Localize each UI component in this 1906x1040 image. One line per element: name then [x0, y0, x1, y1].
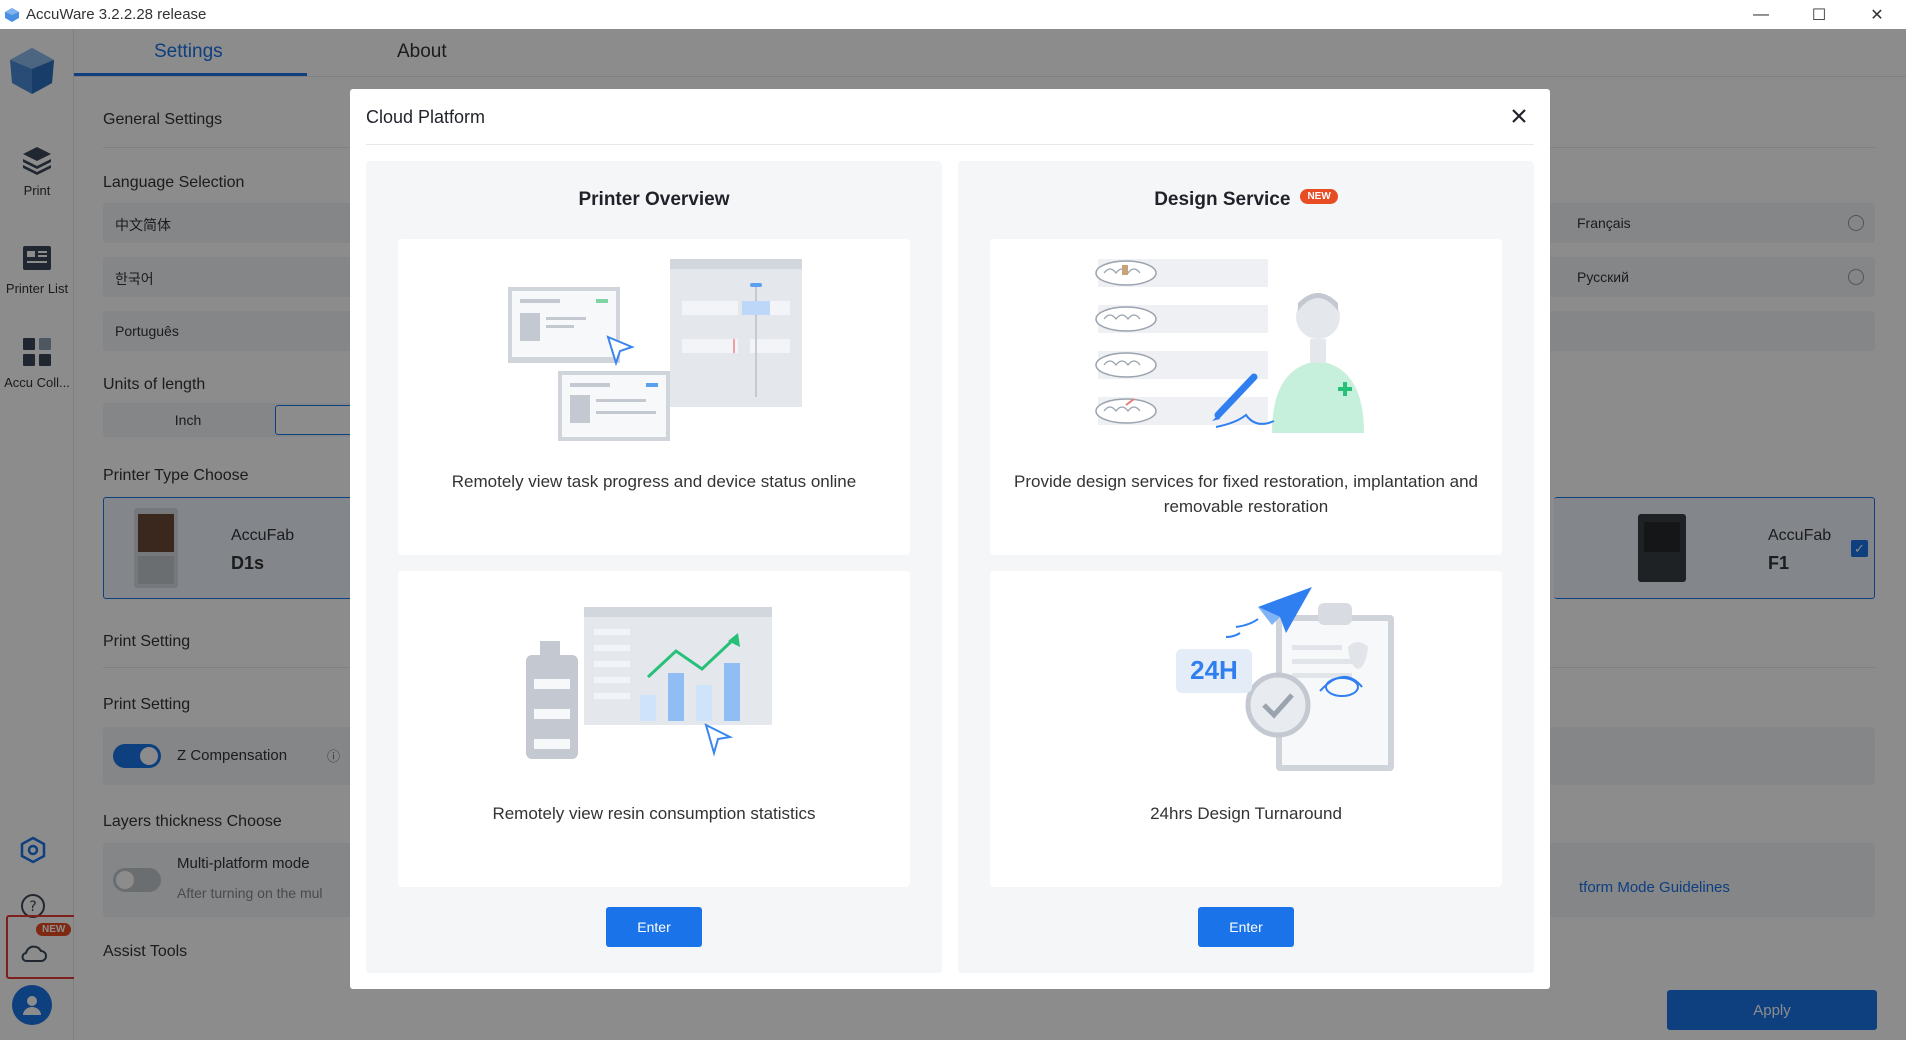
dialog-close-button[interactable] — [1504, 101, 1534, 131]
card-description: Remotely view task progress and device s… — [451, 472, 857, 491]
minimize-button[interactable]: — — [1732, 0, 1790, 29]
dental-design-illustration — [1095, 259, 1364, 433]
panel-title: Printer Overview — [578, 189, 730, 210]
design-services-card: Provide design services for fixed restor… — [990, 239, 1502, 555]
title-bar: AccuWare 3.2.2.28 release — ☐ ✕ — [0, 0, 1906, 29]
resin-statistics-card: Remotely view resin consumption statisti… — [398, 571, 910, 887]
dialog-title: Cloud Platform — [366, 107, 486, 127]
card-description: 24hrs Design Turnaround — [1150, 804, 1342, 823]
close-window-button[interactable]: ✕ — [1848, 0, 1906, 29]
turnaround-illustration: 24H — [1176, 587, 1394, 771]
svg-text:24H: 24H — [1190, 655, 1238, 685]
app-logo-icon — [5, 7, 19, 22]
printer-overview-enter-button[interactable]: Enter — [606, 907, 702, 947]
window-title: AccuWare 3.2.2.28 release — [26, 6, 207, 23]
dialog-header: Cloud Platform — [366, 89, 1534, 145]
panel-title: Design Service NEW — [958, 189, 1534, 211]
card-description: Provide design services for fixed restor… — [1014, 472, 1478, 516]
design-service-enter-button[interactable]: Enter — [1198, 907, 1294, 947]
task-progress-illustration — [508, 259, 802, 441]
cloud-platform-dialog: Cloud Platform Printer Overview Remotely… — [350, 89, 1550, 989]
printer-overview-panel: Printer Overview Remotely view task prog… — [366, 161, 942, 973]
resin-statistics-illustration — [526, 607, 772, 759]
design-service-panel: Design Service NEW Provide design servic… — [958, 161, 1534, 973]
maximize-button[interactable]: ☐ — [1790, 0, 1848, 29]
design-turnaround-card: 24H 24hrs Design Turnaround — [990, 571, 1502, 887]
task-progress-card: Remotely view task progress and device s… — [398, 239, 910, 555]
card-description: Remotely view resin consumption statisti… — [492, 804, 816, 823]
new-badge: NEW — [1300, 189, 1338, 204]
close-icon — [1512, 109, 1526, 123]
